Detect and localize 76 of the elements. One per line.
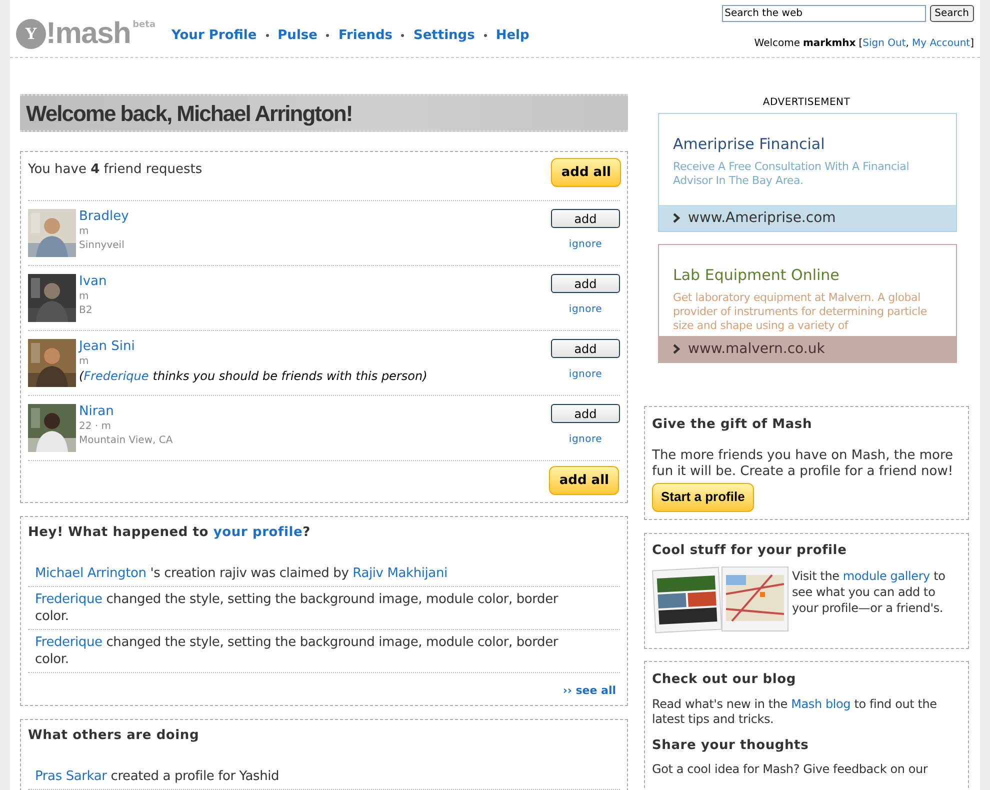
ignore-link[interactable]: ignore xyxy=(568,237,602,252)
comma-text: , xyxy=(906,37,909,51)
advertisement-label: ADVERTISEMENT xyxy=(762,96,852,110)
activity-text: Frederique changed the style, setting the background image, module color, border color. xyxy=(35,590,560,624)
friend-detail: Sinnyveil xyxy=(79,239,126,253)
module-gallery-link[interactable]: module gallery xyxy=(842,569,930,583)
logo-mark[interactable]: Y xyxy=(16,19,46,49)
user-link[interactable]: Michael Arrington xyxy=(35,566,146,580)
ad-text: Get laboratory equipment at Malvern. A global provider of instruments for determining particle size and shape using a variety of xyxy=(673,290,928,332)
sign-out-link[interactable]: Sign Out xyxy=(862,36,906,51)
friend-name-link[interactable]: Ivan xyxy=(79,274,551,290)
user-link[interactable]: Pras Sarkar xyxy=(35,768,107,784)
logo-text[interactable]: !mash xyxy=(46,19,131,49)
user-link[interactable]: Rajiv Makhijani xyxy=(352,566,448,580)
section-title: Share your thoughts xyxy=(652,736,810,754)
username: markmhx xyxy=(803,37,856,51)
friend-detail: Mountain View, CA xyxy=(79,434,174,448)
nav-link[interactable]: Pulse xyxy=(278,26,318,45)
ad-text: Receive A Free Consultation With A Financial Advisor In The Bay Area. xyxy=(673,160,910,188)
friend-detail: m xyxy=(79,225,90,239)
user-link[interactable]: Frederique xyxy=(35,634,102,650)
request-summary: You have 4 friend requests xyxy=(28,161,202,179)
welcome-text: Welcome xyxy=(754,37,800,51)
activity-text: Pras Sarkar created a profile for Yashid xyxy=(35,768,280,784)
ad-title[interactable]: Ameriprise Financial xyxy=(673,133,942,156)
section-title: Hey! What happened to your profile? xyxy=(27,524,312,542)
nav-link[interactable]: Friends xyxy=(338,26,392,45)
friend-detail: B2 xyxy=(79,304,94,318)
friend-name-link[interactable]: Jean Sini xyxy=(79,339,551,355)
search-button[interactable]: Search xyxy=(930,5,974,22)
section-title: Cool stuff for your profile xyxy=(652,542,848,560)
note-text: ( xyxy=(79,369,84,384)
add-all-button[interactable]: add all xyxy=(549,466,619,495)
ignore-link[interactable]: ignore xyxy=(568,432,602,447)
bracket-text: [ xyxy=(858,37,863,51)
ad-title[interactable]: Lab Equipment Online xyxy=(673,264,942,286)
section-title: What others are doing xyxy=(27,727,200,745)
nav-link[interactable]: Help xyxy=(496,26,530,45)
ignore-link[interactable]: ignore xyxy=(568,302,602,317)
activity-text: Frederique changed the style, setting the background image, module color, border color. xyxy=(35,634,560,668)
chevron-icon xyxy=(673,344,680,354)
add-button[interactable]: add xyxy=(551,274,620,293)
friend-detail: m xyxy=(79,355,90,369)
add-button[interactable]: add xyxy=(551,404,620,423)
bracket-text: ] xyxy=(970,37,974,51)
activity-text: Michael Arrington 's creation rajiv was claimed by Rajiv Makhijani xyxy=(35,564,448,582)
ad-card[interactable]: Ameriprise Financial Receive A Free Consultation With A Financial Advisor In The Bay Area. www.Ameriprise.com xyxy=(658,113,957,232)
ignore-link[interactable]: ignore xyxy=(568,367,602,382)
add-button[interactable]: add xyxy=(551,209,620,228)
recommender-link[interactable]: Frederique xyxy=(84,369,149,384)
note-text: thinks you should be friends with this person) xyxy=(152,369,428,384)
body-text: The more friends you have on Mash, the more fun it will be. Create a profile for a friend now! xyxy=(652,448,954,480)
ad-card[interactable]: Lab Equipment Online Get laboratory equipment at Malvern. A global provider of instruments for determining particle size and shape using a variety of www.malvern.co.uk xyxy=(658,244,957,363)
add-all-button[interactable]: add all xyxy=(551,158,621,187)
add-button[interactable]: add xyxy=(551,339,620,358)
search-field[interactable]: Search the web xyxy=(722,5,926,22)
friend-name-link[interactable]: Bradley xyxy=(79,209,551,225)
start-profile-button[interactable]: Start a profile xyxy=(652,482,754,512)
beta-label: beta xyxy=(132,19,156,32)
body-text: Got a cool idea for Mash? Give feedback on our xyxy=(652,762,929,777)
friend-name-link[interactable]: Niran xyxy=(79,404,551,420)
welcome-heading: Welcome back, Michael Arrington! xyxy=(26,100,352,128)
profile-link[interactable]: your profile xyxy=(213,525,303,540)
nav-link[interactable]: Your Profile xyxy=(172,26,257,45)
friend-detail: m xyxy=(79,290,90,304)
chevron-icon xyxy=(673,213,680,223)
nav-link[interactable]: Settings xyxy=(413,26,475,45)
section-title: Check out our blog xyxy=(652,671,797,689)
my-account-link[interactable]: My Account xyxy=(912,36,970,51)
user-link[interactable]: Frederique xyxy=(35,592,102,606)
mash-blog-link[interactable]: Mash blog xyxy=(791,696,851,710)
body-text: Read what's new in the Mash blog to find out the latest tips and tricks. xyxy=(652,696,938,726)
section-title: Give the gift of Mash xyxy=(652,416,814,434)
friend-detail: 22 · m xyxy=(79,420,112,434)
see-all-link[interactable]: ›› see all xyxy=(562,682,616,699)
body-text: Visit the module gallery to see what you can add to your profile—or a friend's. xyxy=(792,568,946,617)
